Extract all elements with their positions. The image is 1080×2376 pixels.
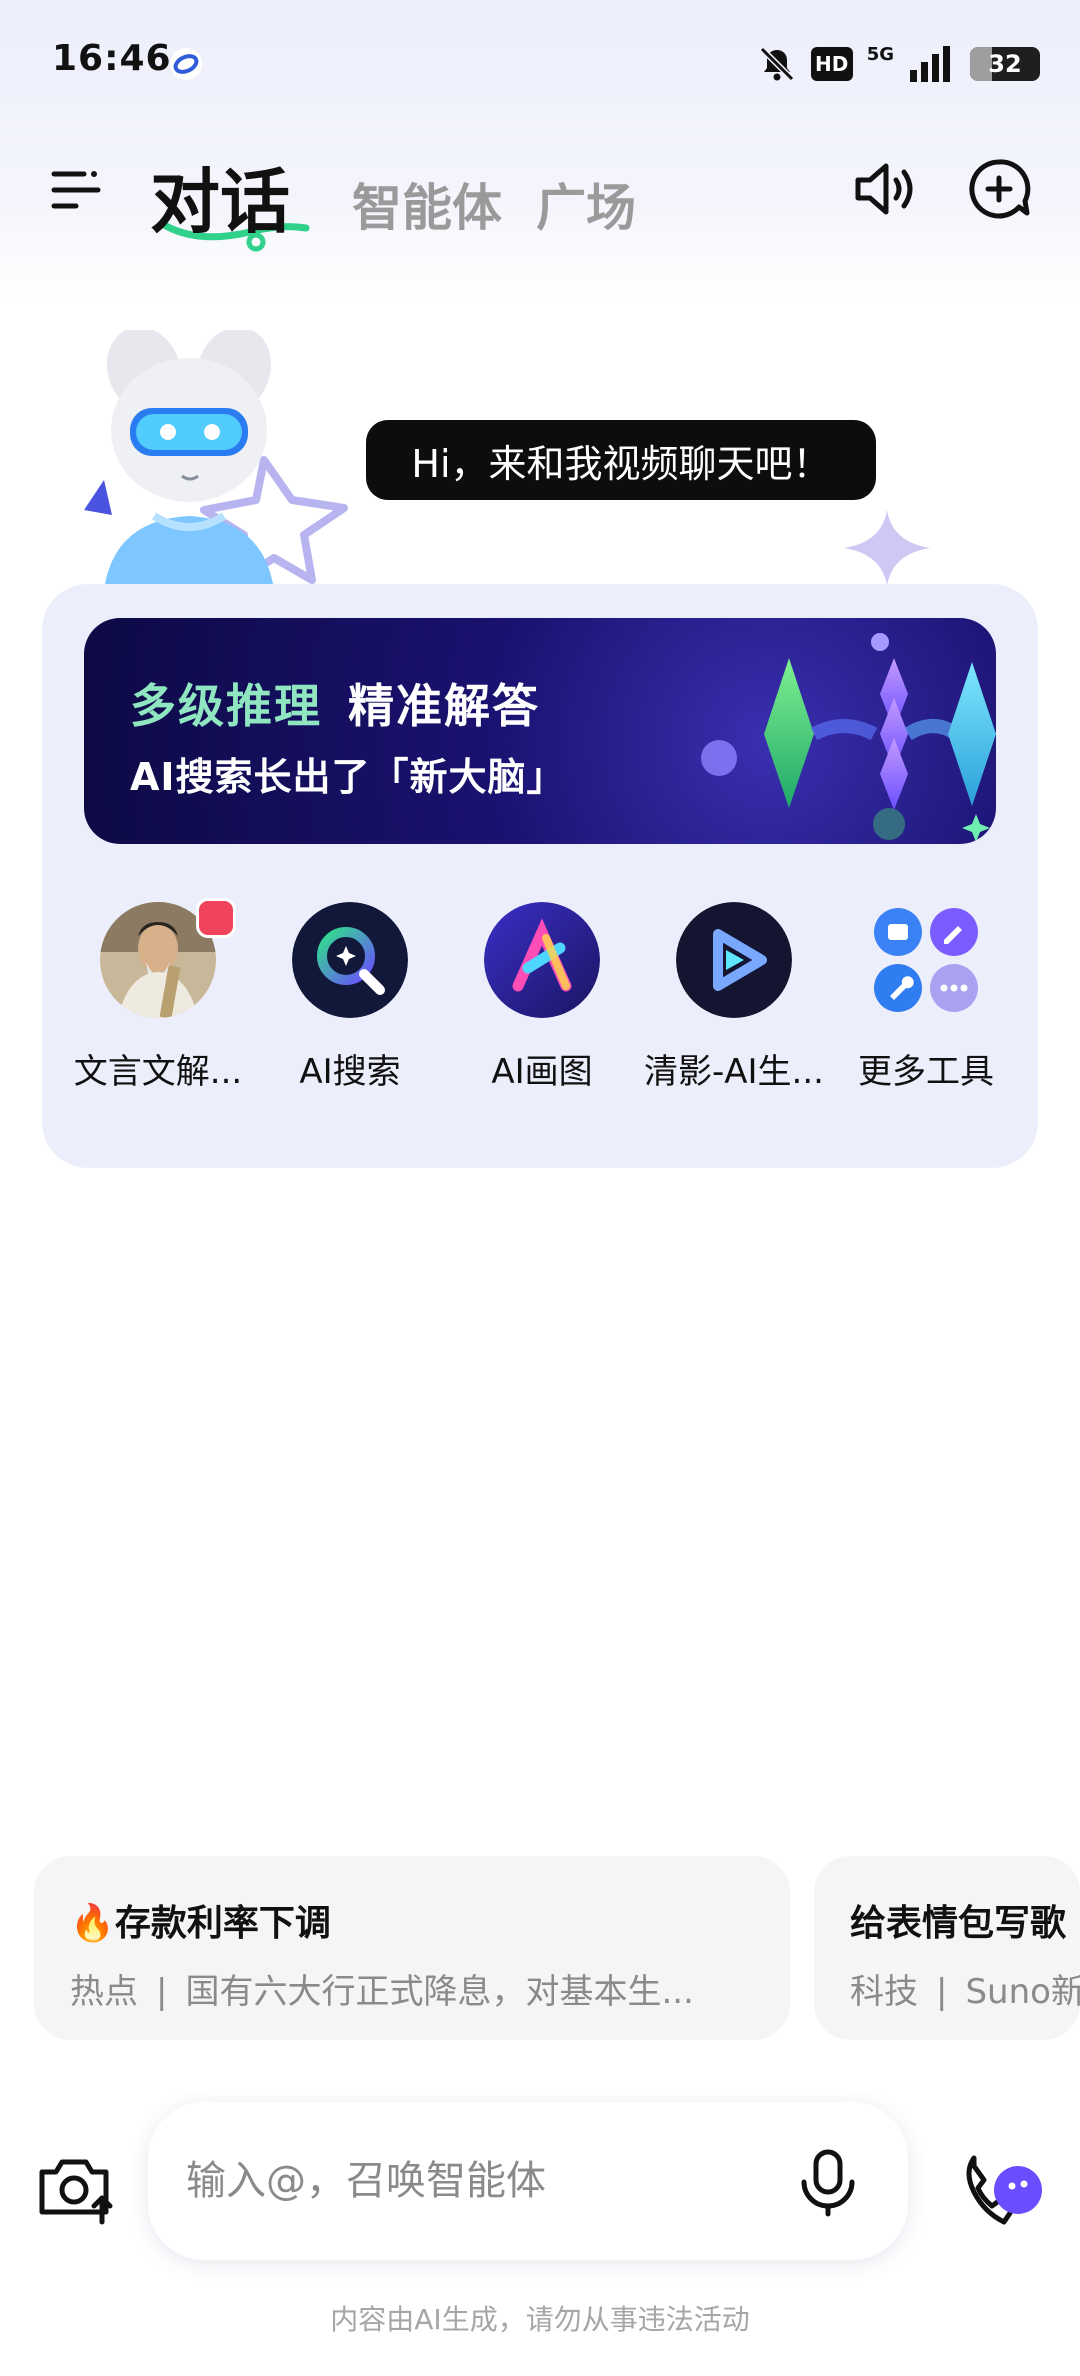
hot-badge-icon <box>196 898 236 938</box>
tool-label: AI搜索 <box>299 1052 401 1092</box>
tool-label: 文言文解... <box>73 1052 243 1092</box>
trending-summary-text: 国有六大行正式降息，对基本生... <box>185 1972 694 2012</box>
mute-bell-icon <box>759 46 794 82</box>
speaker-icon[interactable] <box>848 154 918 224</box>
trending-tag: 科技 <box>850 1972 918 2012</box>
message-input-box[interactable] <box>148 2102 908 2260</box>
trending-summary: 热点 | 国有六大行正式降息，对基本生... <box>70 1972 694 2012</box>
tools-card: 多级推理 精准解答 AI搜索长出了「新大脑」 文言文解... AI搜索 AI画图… <box>42 584 1038 1168</box>
network-type: 5G <box>866 43 894 65</box>
battery-indicator: 32 <box>970 47 1040 81</box>
tools-row: 文言文解... AI搜索 AI画图 清影-AI生... 更多工具 <box>42 898 1038 1093</box>
signal-icon <box>910 46 950 82</box>
tab-agents[interactable]: 智能体 <box>352 168 502 240</box>
banner-subtitle: AI搜索长出了「新大脑」 <box>130 755 566 799</box>
ai-disclaimer: 内容由AI生成，请勿从事违法活动 <box>330 2303 750 2336</box>
tab-chat[interactable]: 对话 <box>150 146 290 247</box>
promo-banner[interactable]: 多级推理 精准解答 AI搜索长出了「新大脑」 <box>84 618 996 844</box>
voice-call-icon[interactable] <box>956 2140 1046 2230</box>
greeting-bubble[interactable]: Hi，来和我视频聊天吧！ <box>366 420 876 500</box>
tool-label: 清影-AI生... <box>644 1052 824 1092</box>
fire-icon: 🔥 <box>70 1903 115 1944</box>
tool-qingying-video[interactable]: 清影-AI生... <box>638 902 830 1093</box>
camera-upload-icon[interactable] <box>36 2150 118 2226</box>
sparkle-decoration <box>844 510 930 586</box>
tool-more-tools[interactable]: 更多工具 <box>830 902 1022 1093</box>
trending-card[interactable]: 给表情包写歌 科技 | Suno新 <box>814 1856 1080 2040</box>
banner-title-part2: 精准解答 <box>348 679 540 733</box>
status-indicators: HD 5G 32 <box>757 36 1040 92</box>
tool-ai-drawing[interactable]: AI画图 <box>446 902 638 1093</box>
trending-summary: 科技 | Suno新 <box>850 1964 1080 2013</box>
banner-title: 多级推理 精准解答 <box>130 670 540 736</box>
tool-label: AI画图 <box>491 1052 593 1092</box>
video-play-icon <box>676 902 792 1018</box>
tool-label: 更多工具 <box>858 1052 994 1092</box>
tool-ai-search[interactable]: AI搜索 <box>254 902 446 1093</box>
trending-title: 给表情包写歌 <box>850 1903 1067 1944</box>
ai-drawing-icon <box>484 902 600 1018</box>
battery-level: 32 <box>988 50 1022 78</box>
ai-search-icon <box>292 902 408 1018</box>
app-notification-icon <box>170 48 202 80</box>
banner-title-part1: 多级推理 <box>130 679 322 733</box>
hd-badge: HD <box>810 47 853 81</box>
trending-summary-text: Suno新 <box>965 1972 1080 2012</box>
new-chat-icon[interactable] <box>964 154 1034 224</box>
microphone-icon[interactable] <box>796 2148 860 2218</box>
more-tools-icon <box>868 902 984 1018</box>
menu-icon[interactable] <box>50 164 102 216</box>
status-bar: 16:46 HD 5G 32 <box>0 0 1080 130</box>
status-time: 16:46 <box>52 38 172 79</box>
tool-classical-chinese[interactable]: 文言文解... <box>62 898 254 1093</box>
reasoning-graphic-icon <box>701 633 996 842</box>
trending-title: 🔥存款利率下调 <box>70 1903 331 1944</box>
tab-plaza[interactable]: 广场 <box>536 168 636 240</box>
top-nav: 对话 智能体 广场 <box>0 140 1080 260</box>
message-input[interactable] <box>186 2146 746 2216</box>
trending-tag: 热点 <box>70 1972 138 2012</box>
trending-card[interactable]: 🔥存款利率下调 热点 | 国有六大行正式降息，对基本生... <box>34 1856 790 2040</box>
